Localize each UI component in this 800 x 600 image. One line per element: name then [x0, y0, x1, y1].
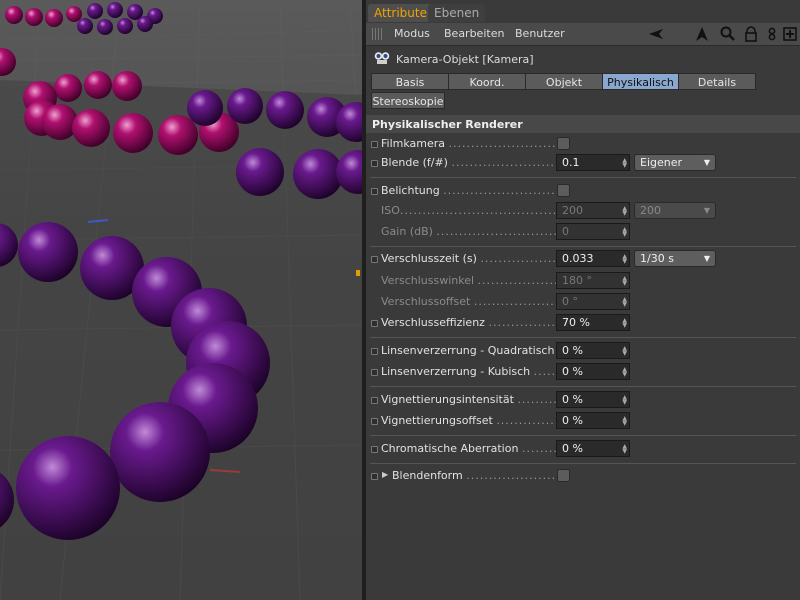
attribute-manager: Attribute Ebenen Modus Bearbeiten Benutz… — [366, 0, 800, 600]
label-verschlussoffset: Verschlussoffset .......................… — [381, 295, 556, 308]
label-verschlusszeit: Verschlusszeit (s) .....................… — [381, 252, 556, 265]
row-verschlusseffizienz: Verschlusseffizienz ....................… — [366, 313, 800, 333]
tab-layers[interactable]: Ebenen — [428, 4, 486, 22]
input-linsen-kubisch[interactable]: 0 % ▲ ▼ — [556, 363, 630, 380]
camera-icon — [374, 51, 390, 65]
tab-basis[interactable]: Basis — [371, 73, 449, 90]
animate-dot[interactable] — [371, 188, 378, 195]
label-blendenform: Blendenform ............................… — [392, 469, 556, 482]
checkbox-belichtung[interactable] — [557, 184, 570, 197]
input-verschlussoffset[interactable]: 0 ° ▲ ▼ — [556, 293, 630, 310]
tab-stereoskopie[interactable]: Stereoskopie — [371, 92, 445, 109]
viewport-3d[interactable] — [0, 0, 362, 600]
input-verschlusszeit[interactable]: 0.033 ▲ ▼ — [556, 250, 630, 267]
input-verschlusseffizienz[interactable]: 70 % ▲ ▼ — [556, 314, 630, 331]
menu-mode[interactable]: Modus — [394, 27, 430, 40]
pointer-icon[interactable] — [694, 26, 710, 42]
chevron-down-icon: ▼ — [703, 158, 710, 167]
label-linsen-kubisch: Linsenverzerrung - Kubisch .............… — [381, 365, 556, 378]
animate-dot[interactable] — [371, 397, 378, 404]
row-iso: ISO.....................................… — [366, 201, 800, 221]
input-iso[interactable]: 200 ▲ ▼ — [556, 202, 630, 219]
object-title: Kamera-Objekt [Kamera] — [396, 53, 534, 66]
search-icon[interactable] — [720, 26, 736, 42]
animate-dot[interactable] — [371, 141, 378, 148]
back-arrow-icon[interactable] — [648, 26, 664, 42]
animate-dot[interactable] — [371, 369, 378, 376]
menu-edit[interactable]: Bearbeiten — [444, 27, 504, 40]
dropdown-blende[interactable]: Eigener ▼ — [634, 154, 716, 171]
menu-user[interactable]: Benutzer — [515, 27, 565, 40]
tab-details[interactable]: Details — [678, 73, 756, 90]
label-gain: Gain (dB) ..............................… — [381, 225, 556, 238]
label-verschlusswinkel: Verschlusswinkel .......................… — [381, 274, 556, 287]
animate-dot[interactable] — [371, 418, 378, 425]
input-verschlusswinkel[interactable]: 180 ° ▲ ▼ — [556, 272, 630, 289]
input-chromatische-aberration[interactable]: 0 % ▲ ▼ — [556, 440, 630, 457]
tab-physikalisch[interactable]: Physikalisch — [602, 73, 679, 90]
tab-objekt[interactable]: Objekt — [525, 73, 603, 90]
label-filmkamera: Filmkamera .............................… — [381, 137, 556, 150]
grip-handle[interactable] — [372, 28, 382, 40]
new-panel-icon[interactable] — [782, 26, 798, 42]
row-verschlussoffset: Verschlussoffset .......................… — [366, 292, 800, 312]
input-linsen-quadratisch[interactable]: 0 % ▲ ▼ — [556, 342, 630, 359]
row-gain: Gain (dB) ..............................… — [366, 222, 800, 242]
row-belichtung: Belichtung .............................… — [366, 181, 800, 201]
expand-triangle-icon[interactable]: ▶ — [382, 470, 388, 479]
row-vignettierungsoffset: Vignettierungsoffset ...................… — [366, 411, 800, 431]
tab-koord[interactable]: Koord. — [448, 73, 526, 90]
animate-dot[interactable] — [371, 256, 378, 263]
row-filmkamera: Filmkamera .............................… — [366, 134, 800, 154]
label-chromatische-aberration: Chromatische Aberration ................… — [381, 442, 556, 455]
label-vignettierungsoffset: Vignettierungsoffset ...................… — [381, 414, 556, 427]
row-linsen-kubisch: Linsenverzerrung - Kubisch .............… — [366, 362, 800, 382]
input-vignettierungsintensitaet[interactable]: 0 % ▲ ▼ — [556, 391, 630, 408]
row-blende: Blende (f/#) ...........................… — [366, 153, 800, 173]
animate-dot[interactable] — [371, 320, 378, 327]
checkbox-blendenform[interactable] — [557, 469, 570, 482]
animate-dot[interactable] — [371, 473, 378, 480]
link-icon[interactable] — [764, 26, 780, 42]
menu-bar: Modus Bearbeiten Benutzer — [366, 23, 800, 46]
viewport-scene — [0, 0, 362, 600]
object-header: Kamera-Objekt [Kamera] — [366, 48, 800, 70]
tab-attribute[interactable]: Attribute — [368, 4, 433, 22]
section-title: Physikalischer Renderer — [372, 118, 523, 131]
row-vignettierungsintensitaet: Vignettierungsintensität ...............… — [366, 390, 800, 410]
row-verschlusswinkel: Verschlusswinkel .......................… — [366, 271, 800, 291]
input-gain[interactable]: 0 ▲ ▼ — [556, 223, 630, 240]
label-linsen-quadratisch: Linsenverzerrung - Quadratisch — [381, 344, 555, 357]
row-chromatische-aberration: Chromatische Aberration ................… — [366, 439, 800, 459]
label-verschlusseffizienz: Verschlusseffizienz ....................… — [381, 316, 556, 329]
input-blende[interactable]: 0.1 ▲ ▼ — [556, 154, 630, 171]
label-vignettierungsintensitaet: Vignettierungsintensität ...............… — [381, 393, 556, 406]
row-verschlusszeit: Verschlusszeit (s) .....................… — [366, 249, 800, 269]
dropdown-iso[interactable]: 200 ▼ — [634, 202, 716, 219]
input-vignettierungsoffset[interactable]: 0 % ▲ ▼ — [556, 412, 630, 429]
chevron-down-icon: ▼ — [703, 206, 710, 215]
label-iso: ISO.....................................… — [381, 204, 556, 217]
animate-dot[interactable] — [371, 446, 378, 453]
chevron-down-icon: ▼ — [703, 254, 710, 263]
row-blendenform: ▶ Blendenform ..........................… — [366, 466, 800, 486]
checkbox-filmkamera[interactable] — [557, 137, 570, 150]
section-header: Physikalischer Renderer — [366, 115, 800, 133]
dropdown-verschlusszeit[interactable]: 1/30 s ▼ — [634, 250, 716, 267]
animate-dot[interactable] — [371, 348, 378, 355]
label-belichtung: Belichtung .............................… — [381, 184, 556, 197]
label-blende: Blende (f/#) ...........................… — [381, 156, 556, 169]
lock-icon[interactable] — [743, 26, 759, 42]
animate-dot[interactable] — [371, 160, 378, 167]
row-linsen-quadratisch: Linsenverzerrung - Quadratisch 0 % ▲ ▼ — [366, 341, 800, 361]
